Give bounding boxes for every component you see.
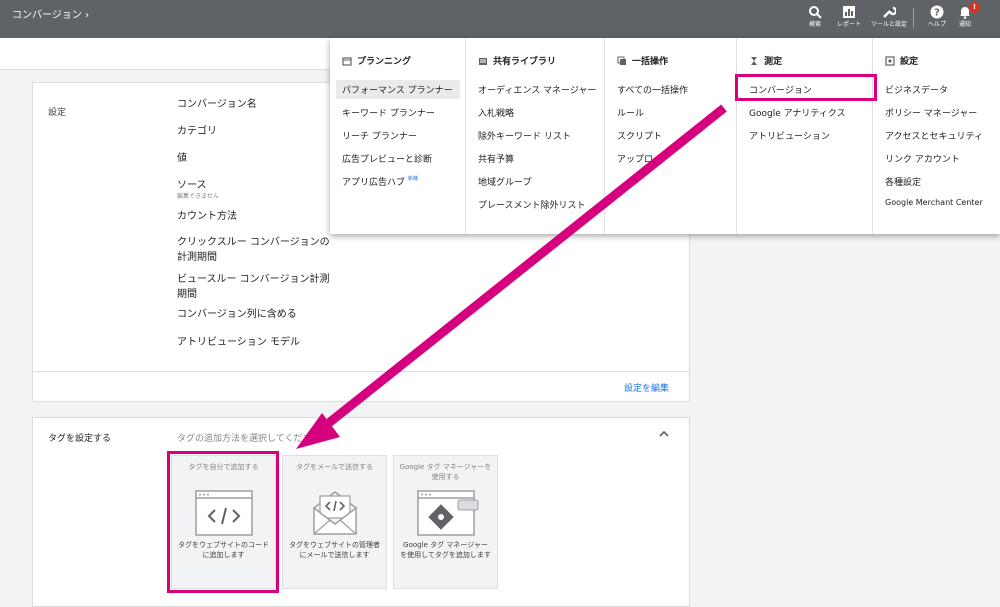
conversions-highlight (735, 74, 877, 101)
setting-include-in-conversions: コンバージョン列に含める (177, 309, 297, 320)
self-option-highlight (167, 451, 279, 593)
menu-item-performance-planner[interactable]: パフォーマンス プランナー (336, 80, 460, 99)
menu-item-uploads[interactable]: アップロ (617, 152, 653, 165)
bar-chart-icon (843, 6, 855, 18)
menu-item-all-bulk-actions[interactable]: すべての一括操作 (617, 83, 688, 96)
setting-value: 値 (177, 153, 187, 164)
notification-badge: ! (969, 2, 980, 13)
menu-item-placement-exclusions[interactable]: プレースメント除外リスト (478, 198, 586, 211)
notifications-button[interactable]: ! 通知 (945, 2, 985, 28)
menu-item-business-data[interactable]: ビジネスデータ (885, 83, 948, 96)
menu-item-keyword-planner[interactable]: キーワード プランナー (342, 106, 435, 119)
wrench-icon (883, 6, 896, 18)
hourglass-icon (751, 56, 757, 65)
svg-text:?: ? (934, 8, 940, 19)
help-icon: ? (930, 5, 944, 19)
menu-item-reach-planner[interactable]: リーチ プランナー (342, 129, 417, 142)
menu-item-scripts[interactable]: スクリプト (617, 129, 662, 142)
menu-head-bulk-actions: 一括操作 (617, 54, 668, 67)
menu-item-policy-manager[interactable]: ポリシー マネージャー (885, 106, 977, 119)
copy-icon (617, 56, 626, 65)
menu-item-app-ad-hub[interactable]: アプリ広告ハブ 新機 (342, 175, 418, 188)
menu-item-negative-keywords[interactable]: 除外キーワード リスト (478, 129, 571, 142)
setting-attribution-model: アトリビューション モデル (177, 337, 300, 348)
divider (33, 371, 689, 372)
setting-count-method: カウント方法 (177, 211, 237, 222)
setting-conversion-name: コンバージョン名 (177, 99, 257, 110)
menu-item-attribution[interactable]: アトリビューション (749, 129, 830, 142)
menu-head-setup: 設定 (885, 54, 918, 67)
setting-source: ソース 編集できません (177, 180, 219, 200)
menu-item-audience-manager[interactable]: オーディエンス マネージャー (478, 83, 596, 96)
menu-item-bid-strategies[interactable]: 入札戦略 (478, 106, 514, 119)
tag-option-email[interactable]: タグをメールで送信する タグをウェブサイトの管理者にメールで送信します (282, 455, 387, 589)
menu-column-measurement: 測定 コンバージョン Google アナリティクス アトリビューション (736, 38, 872, 234)
menu-column-bulk-actions: 一括操作 すべての一括操作 ルール スクリプト アップロ (604, 38, 736, 234)
menu-item-google-analytics[interactable]: Google アナリティクス (749, 106, 846, 119)
top-bar: コンバージョン › 検索 レポート ツールと設定 ? ヘルプ ! 通知 (0, 0, 1000, 38)
new-badge: 新機 (408, 176, 419, 182)
setting-source-note: 編集できません (177, 193, 219, 200)
setting-view-through-window: ビュースルー コンバージョン計測期間 (177, 274, 330, 300)
tag-setup-subtitle: タグの追加方法を選択してください (177, 434, 321, 444)
library-icon (479, 57, 487, 65)
menu-item-linked-accounts[interactable]: リンク アカウント (885, 152, 960, 165)
tag-option-gtm[interactable]: Google タグ マネージャーを使用する Google タグ マネージャーを使… (393, 455, 498, 589)
settings-title: 設定 (48, 108, 67, 118)
setup-icon (885, 55, 895, 66)
email-code-icon (312, 491, 357, 535)
setting-category: カテゴリ (177, 126, 217, 137)
tag-manager-icon (416, 490, 478, 536)
menu-head-planning: プランニング (342, 54, 411, 67)
chevron-right-icon: › (85, 10, 89, 21)
reports-button[interactable]: レポート (829, 5, 869, 28)
breadcrumb[interactable]: コンバージョン › (12, 6, 89, 21)
divider (913, 8, 914, 28)
menu-item-location-groups[interactable]: 地域グループ (478, 175, 531, 188)
menu-item-shared-budgets[interactable]: 共有予算 (478, 152, 514, 165)
tools-menu: プランニング パフォーマンス プランナー キーワード プランナー リーチ プラン… (330, 38, 1000, 234)
calendar-icon (342, 56, 352, 66)
menu-item-preferences[interactable]: 各種設定 (885, 175, 921, 188)
menu-item-ad-preview[interactable]: 広告プレビューと診断 (342, 152, 432, 165)
chevron-up-icon[interactable] (659, 430, 669, 438)
tools-button[interactable]: ツールと設定 (869, 5, 909, 28)
menu-item-rules[interactable]: ルール (617, 106, 644, 119)
search-icon (809, 6, 822, 19)
menu-head-measurement: 測定 (749, 54, 782, 67)
edit-settings-link[interactable]: 設定を編集 (624, 381, 669, 394)
setting-click-through-window: クリックスルー コンバージョンの計測期間 (177, 237, 330, 263)
menu-head-shared-library: 共有ライブラリ (478, 54, 556, 67)
menu-item-access-security[interactable]: アクセスとセキュリティ (885, 129, 983, 142)
menu-item-merchant-center[interactable]: Google Merchant Center (885, 198, 983, 207)
tag-setup-title: タグを設定する (48, 434, 112, 444)
menu-column-shared-library: 共有ライブラリ オーディエンス マネージャー 入札戦略 除外キーワード リスト … (465, 38, 604, 234)
menu-column-setup: 設定 ビジネスデータ ポリシー マネージャー アクセスとセキュリティ リンク ア… (872, 38, 1000, 234)
menu-column-planning: プランニング パフォーマンス プランナー キーワード プランナー リーチ プラン… (330, 38, 465, 234)
